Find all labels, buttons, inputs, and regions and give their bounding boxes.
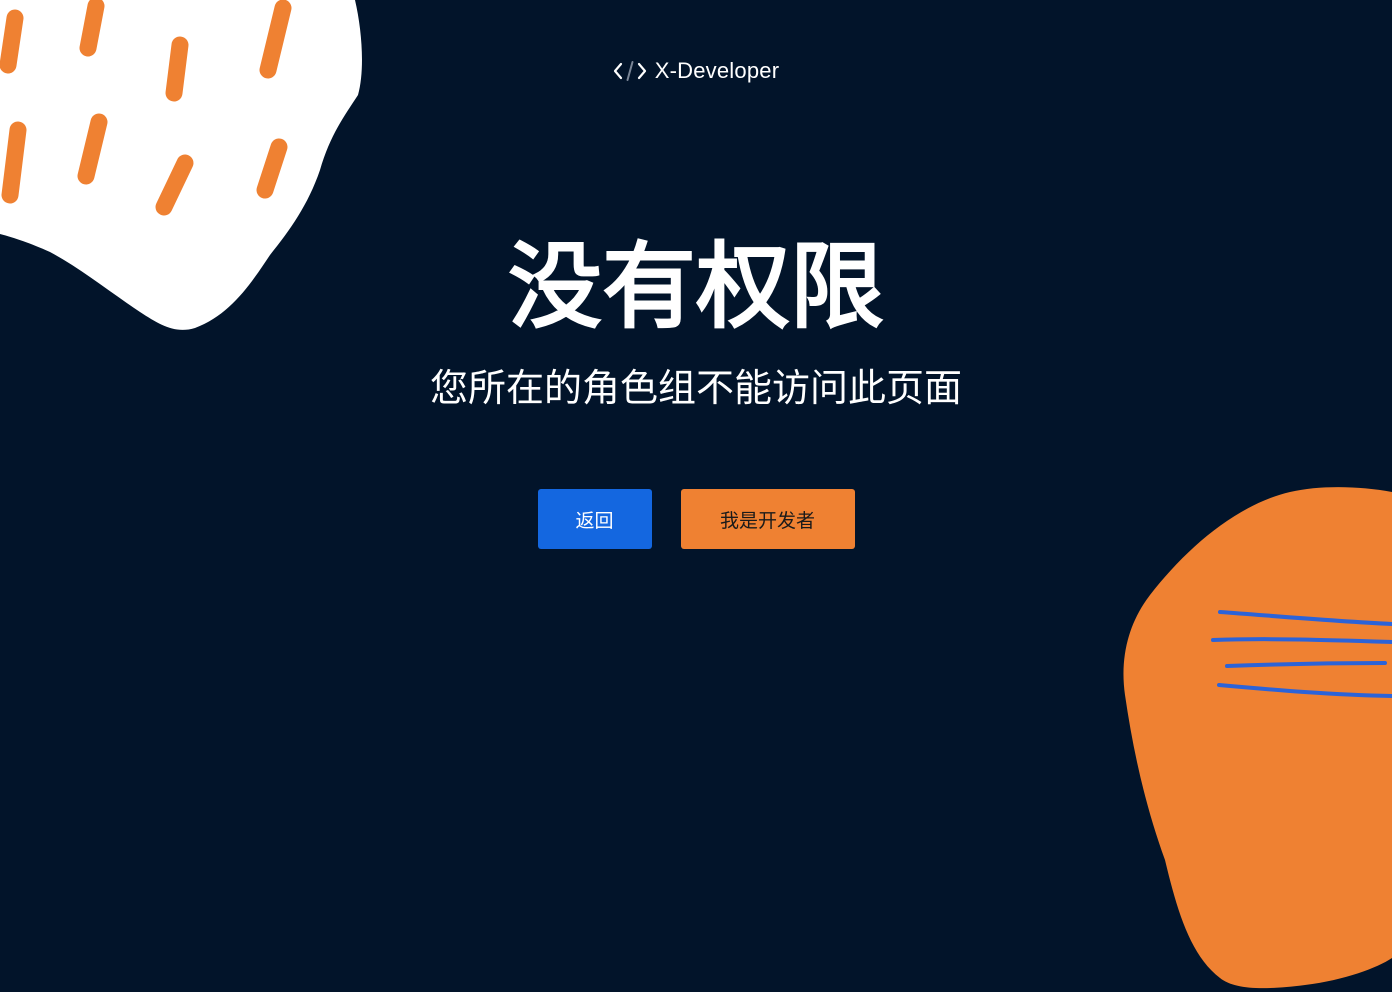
error-message: 您所在的角色组不能访问此页面 [429, 366, 962, 410]
decorative-blob-bottom-right [1123, 487, 1392, 989]
page-title: 没有权限 [507, 233, 884, 342]
code-brackets-icon [613, 61, 646, 81]
back-button[interactable]: 返回 [537, 489, 652, 549]
action-buttons: 返回 我是开发者 [0, 489, 1392, 549]
brand-name: X-Developer [654, 58, 780, 83]
developer-button[interactable]: 我是开发者 [680, 489, 855, 549]
brand-header: X-Developer [0, 56, 1392, 86]
